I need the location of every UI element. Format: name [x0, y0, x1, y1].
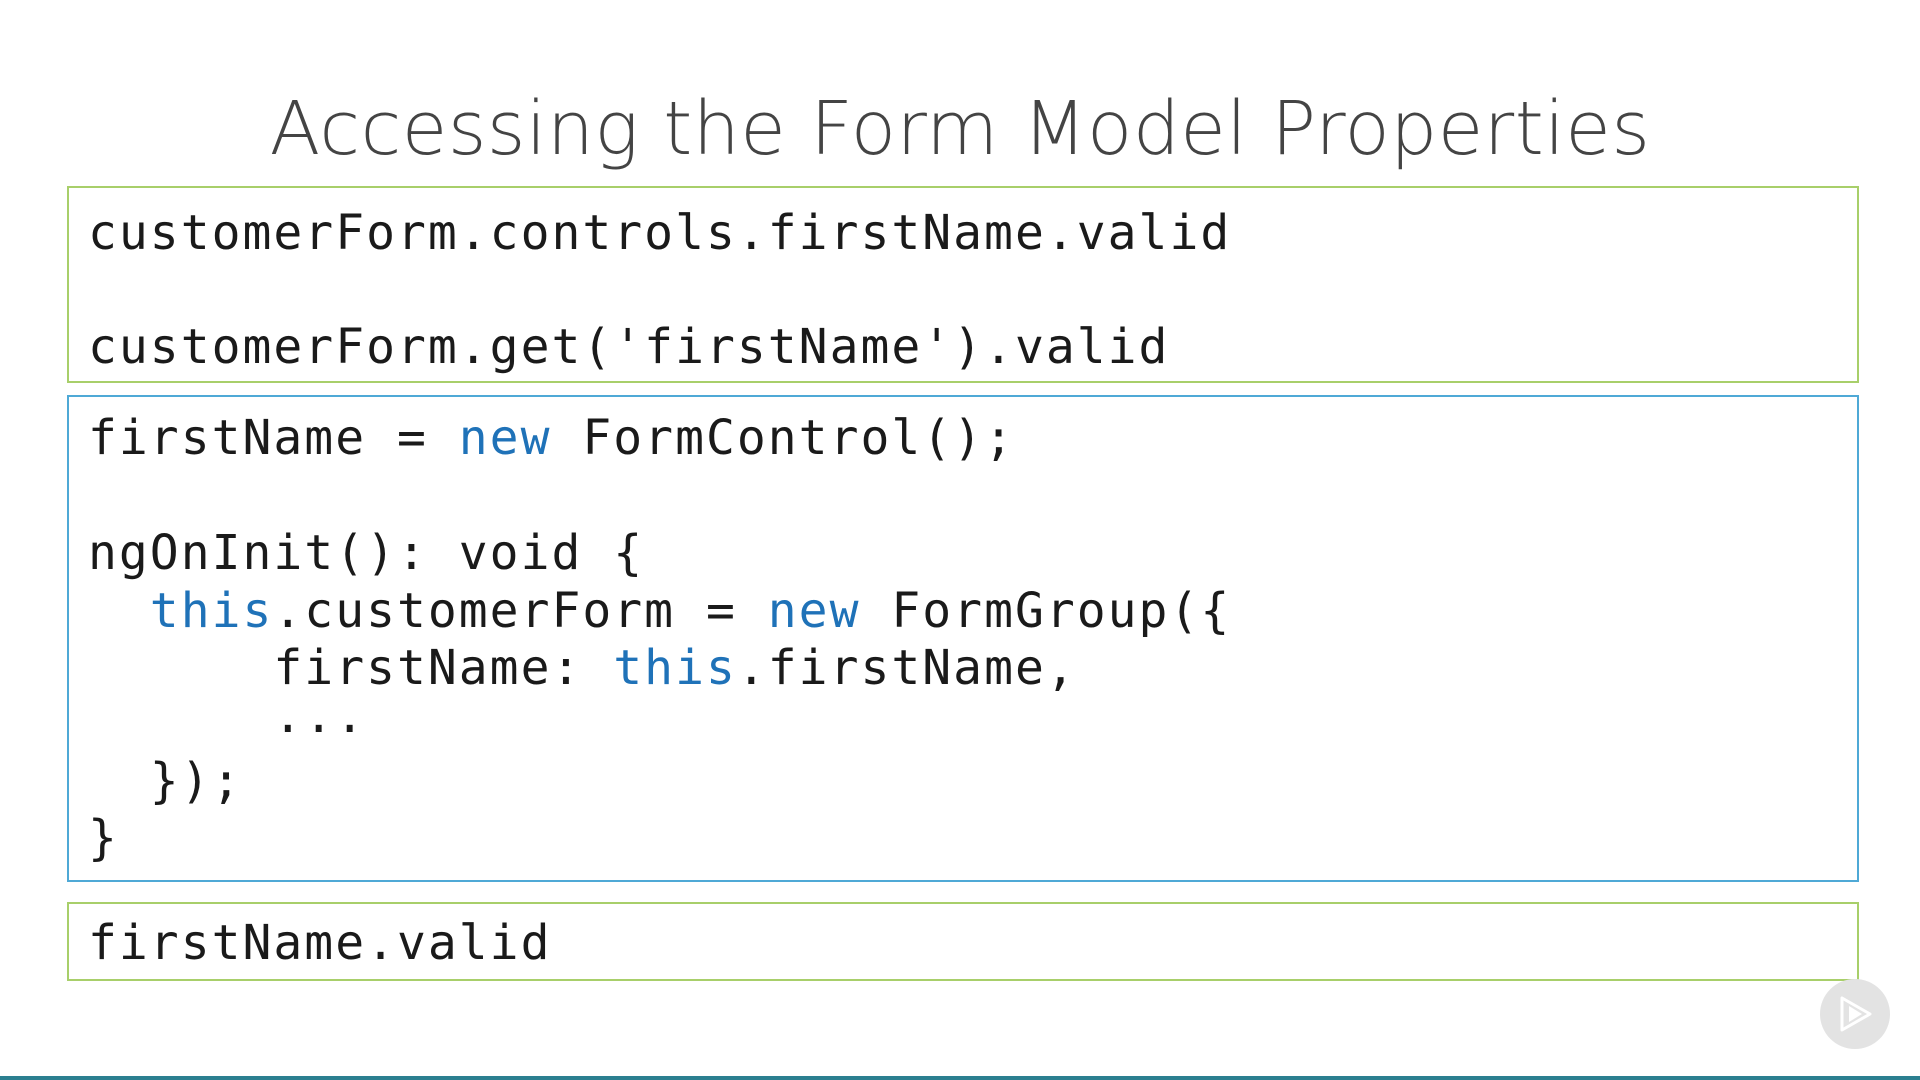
code-line-controls-valid: customerForm.controls.firstName.valid	[88, 205, 1232, 261]
play-button[interactable]	[1820, 979, 1890, 1049]
code-line-form-control: firstName = new FormControl();	[88, 409, 1015, 467]
code-line-firstname-valid: firstName.valid	[88, 915, 552, 971]
keyword-new: new	[767, 583, 861, 639]
code-line-ngoninit: ngOnInit(): void {	[88, 525, 645, 581]
code-box-form-control: firstName = new FormControl(); ngOnInit(…	[67, 395, 1859, 882]
code-box-short-access: firstName.valid	[67, 902, 1859, 981]
bottom-divider	[0, 1076, 1920, 1080]
code-text: .firstName,	[736, 640, 1077, 696]
code-text: firstName =	[88, 410, 459, 466]
play-icon	[1840, 996, 1872, 1032]
code-text: FormGroup({	[860, 583, 1232, 639]
code-line-get-valid: customerForm.get('firstName').valid	[88, 319, 1170, 375]
keyword-this: this	[149, 583, 274, 639]
code-line-close-group: });	[88, 753, 243, 809]
code-text: FormControl();	[551, 410, 1015, 466]
code-line-close-method: }	[88, 810, 119, 866]
keyword-new: new	[458, 410, 552, 466]
code-line-ellipsis: ...	[88, 688, 367, 744]
slide-title: Accessing the Form Model Properties	[269, 86, 1651, 172]
keyword-this: this	[613, 640, 737, 696]
code-box-access-valid: customerForm.controls.firstName.valid cu…	[67, 186, 1859, 383]
code-line-form-group: this.customerForm = new FormGroup({	[88, 582, 1231, 640]
code-text: .customerForm =	[273, 583, 768, 639]
